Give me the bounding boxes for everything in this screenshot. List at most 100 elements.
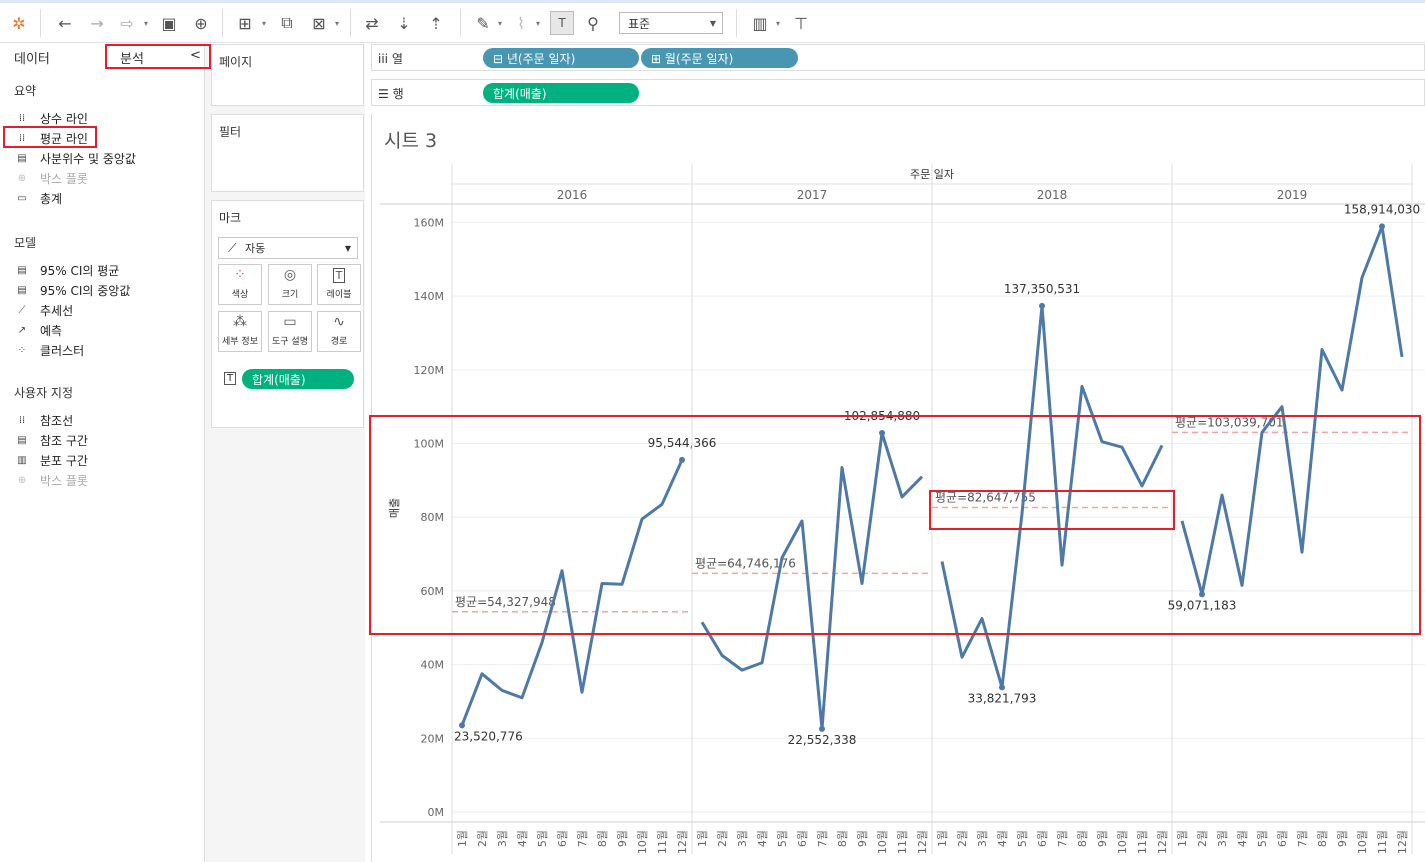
reference-line-icon: ⁞⁞	[18, 414, 26, 426]
average-label: 평균=82,647,755	[935, 490, 1036, 504]
chevron-down-icon: ▼	[709, 19, 716, 28]
item-label: 95% CI의 평균	[40, 263, 120, 278]
data-point	[1039, 302, 1045, 309]
quartile-median-item[interactable]: ▤ 사분위수 및 중앙값	[14, 149, 136, 167]
tooltip-button[interactable]: ▭ 도구 설명	[268, 311, 312, 352]
show-me-dropdown-icon[interactable]: ▾	[774, 11, 782, 35]
tab-analysis[interactable]: 분석	[120, 48, 144, 67]
y-tick-label: 40M	[421, 659, 445, 672]
duplicate-sheet-icon[interactable]: ⧉	[276, 11, 298, 35]
line-chart[interactable]: 주문 일자0M20M40M60M80M100M120M140M160M매출201…	[372, 114, 1425, 862]
clear-sheet-icon[interactable]: ⊠	[308, 11, 330, 35]
month-tick-label: 4월	[1236, 830, 1249, 847]
ci-mean-item[interactable]: ▤ 95% CI의 평균	[14, 261, 119, 279]
year-header: 2016	[557, 188, 588, 202]
replay-dropdown-icon[interactable]: ▾	[142, 11, 150, 35]
month-tick-label: 10월	[876, 830, 889, 854]
label-pill[interactable]: 합계(매출)	[242, 369, 354, 389]
month-tick-label: 5월	[536, 830, 549, 847]
distribution-band-item[interactable]: ▥ 분포 구간	[14, 451, 88, 469]
month-tick-label: 2월	[476, 830, 489, 847]
month-tick-label: 3월	[496, 830, 509, 847]
forecast-item[interactable]: ↗ 예측	[14, 321, 62, 339]
custom-box-plot-item[interactable]: ⊕ 박스 플롯	[14, 471, 88, 489]
path-button[interactable]: ∿ 경로	[317, 311, 361, 352]
month-tick-label: 11월	[656, 830, 669, 854]
mark-type-dropdown[interactable]: ⟋ 자동 ▼	[218, 237, 358, 259]
month-tick-label: 7월	[1056, 830, 1069, 847]
detail-button[interactable]: ⁂ 세부 정보	[218, 311, 262, 352]
cards-pane: 페이지 필터 마크 ⟋ 자동 ▼ ⁘ 색상 ◎ 크기 T 레이블 ⁂ 세부 정보 ▭ 도구…	[205, 44, 365, 862]
month-tick-label: 3월	[976, 830, 989, 847]
pin-icon[interactable]: ⚲	[582, 11, 604, 35]
attach-icon[interactable]: ⌇	[510, 11, 532, 35]
attach-dropdown-icon[interactable]: ▾	[534, 11, 542, 35]
add-datasource-icon[interactable]: ⊕	[190, 11, 212, 35]
rows-icon: ☰	[378, 87, 389, 101]
item-label: 박스 플롯	[40, 171, 88, 186]
save-icon[interactable]: ▣	[158, 11, 180, 35]
ci-mean-icon: ▤	[17, 264, 27, 276]
sum-sales-pill[interactable]: 합계(매출)	[483, 83, 639, 103]
month-tick-label: 9월	[616, 830, 629, 847]
collapse-pane-icon[interactable]: <	[190, 48, 201, 63]
columns-shelf: iii 열 ⊟ 년(주문 일자) ⊞ 월(주문 일자)	[371, 44, 1425, 71]
presentation-icon[interactable]: ⊤	[790, 11, 812, 35]
year-order-date-pill[interactable]: ⊟ 년(주문 일자)	[483, 48, 639, 68]
month-order-date-pill[interactable]: ⊞ 월(주문 일자)	[641, 48, 798, 68]
data-label: 95,544,366	[648, 436, 717, 450]
show-me-icon[interactable]: ▥	[749, 11, 771, 35]
cluster-item[interactable]: ⁘ 클러스터	[14, 341, 84, 359]
y-tick-label: 160M	[414, 216, 445, 229]
data-point	[1379, 223, 1385, 230]
y-axis-label: 매출	[388, 498, 401, 518]
swap-icon[interactable]: ⇄	[361, 11, 383, 35]
undo-icon[interactable]: ←	[54, 11, 76, 35]
pages-card[interactable]: 페이지	[211, 44, 364, 106]
data-label: 102,854,880	[844, 409, 920, 423]
reference-band-item[interactable]: ▤ 참조 구간	[14, 431, 88, 449]
label-icon: T	[224, 372, 237, 385]
average-line-item[interactable]: ⁞⁞ 평균 라인	[14, 129, 88, 147]
reference-line-item[interactable]: ⁞⁞ 참조선	[14, 411, 73, 429]
label-button[interactable]: T 레이블	[317, 264, 361, 305]
highlight-dropdown-icon[interactable]: ▾	[496, 11, 504, 35]
marks-card-title: 마크	[219, 211, 242, 225]
month-tick-label: 5월	[1016, 830, 1029, 847]
quartile-icon: ▤	[17, 152, 27, 164]
item-label: 참조선	[40, 413, 74, 428]
item-label: 사분위수 및 중앙값	[40, 151, 136, 166]
sort-desc-icon[interactable]: ⇡	[425, 11, 447, 35]
month-tick-label: 9월	[1336, 830, 1349, 847]
month-tick-label: 10월	[636, 830, 649, 854]
constant-line-item[interactable]: ⁞⁞ 상수 라인	[14, 109, 88, 127]
item-label: 평균 라인	[40, 131, 88, 146]
data-point	[819, 725, 825, 732]
tableau-logo-icon[interactable]: ✲	[8, 11, 30, 35]
month-tick-label: 1월	[696, 830, 709, 847]
highlight-icon[interactable]: ✎	[472, 11, 494, 35]
filters-card[interactable]: 필터	[211, 114, 364, 192]
month-tick-label: 7월	[816, 830, 829, 847]
tab-data[interactable]: 데이터	[14, 48, 50, 67]
y-tick-label: 80M	[421, 511, 445, 524]
viz-area: 시트 3 주문 일자 0M 20M 40M 60M 80M 100M 120M 140M 160M…	[371, 114, 1425, 862]
show-labels-icon[interactable]: T	[550, 11, 574, 35]
size-button[interactable]: ◎ 크기	[268, 264, 312, 305]
new-sheet-dropdown-icon[interactable]: ▾	[260, 11, 268, 35]
new-sheet-icon[interactable]: ⊞	[234, 11, 256, 35]
ci-median-item[interactable]: ▤ 95% CI의 중앙값	[14, 281, 130, 299]
fit-dropdown[interactable]: 표준 ▼	[619, 12, 723, 34]
month-tick-label: 12월	[916, 830, 929, 854]
trend-line-item[interactable]: ⟋ 추세선	[14, 301, 74, 319]
box-plot-item[interactable]: ⊕ 박스 플롯	[14, 169, 88, 187]
replay-icon[interactable]: ⇨	[116, 11, 138, 35]
totals-item[interactable]: ▭ 총계	[14, 189, 62, 207]
data-label: 22,552,338	[788, 733, 857, 747]
data-point	[1199, 591, 1205, 598]
clear-dropdown-icon[interactable]: ▾	[333, 11, 341, 35]
sort-asc-icon[interactable]: ⇣	[393, 11, 415, 35]
color-button[interactable]: ⁘ 색상	[218, 264, 262, 305]
redo-icon[interactable]: →	[86, 11, 108, 35]
month-tick-label: 2월	[1196, 830, 1209, 847]
